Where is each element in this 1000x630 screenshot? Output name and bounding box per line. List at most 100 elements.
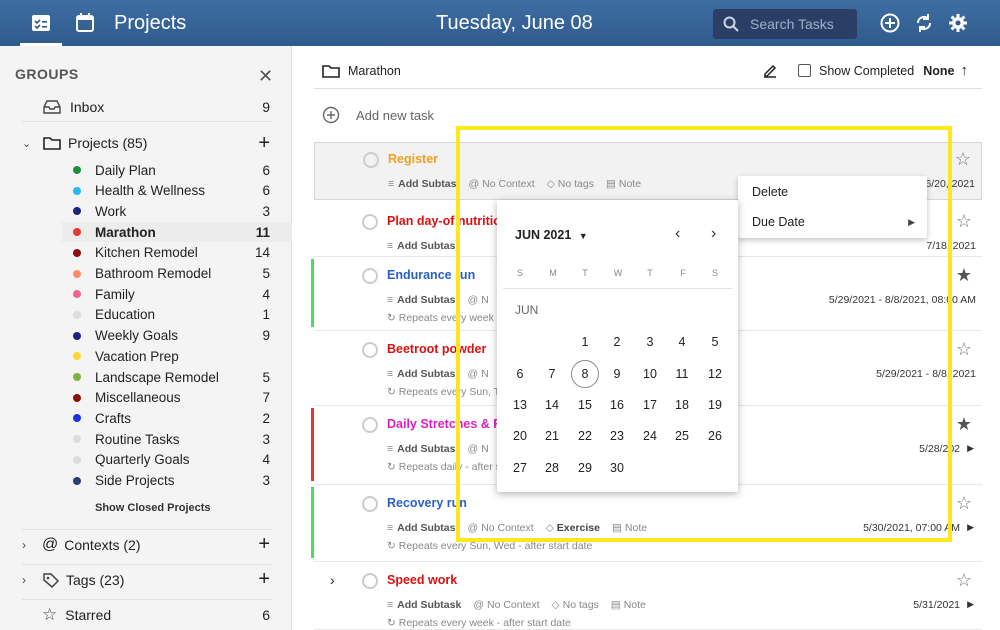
context-value[interactable]: N xyxy=(481,443,489,455)
calendar-day[interactable]: 24 xyxy=(636,422,664,450)
star-icon[interactable]: ☆ xyxy=(956,493,972,514)
project-item[interactable]: Work 3 xyxy=(73,201,270,221)
calendar-day[interactable]: 23 xyxy=(603,422,631,450)
search-input[interactable]: Search Tasks xyxy=(713,9,857,39)
tags-value[interactable]: No tags xyxy=(563,599,599,611)
context-value[interactable]: N xyxy=(481,368,489,380)
add-icon[interactable] xyxy=(879,12,901,34)
project-item[interactable]: Marathon 11 xyxy=(73,222,270,242)
task-row[interactable]: Recovery run ≡ Add Subtas @ No Context ◇ Exerc… xyxy=(311,487,982,562)
calendar-day[interactable]: 6 xyxy=(506,360,534,388)
project-item[interactable]: Weekly Goals 9 xyxy=(73,326,270,346)
note-value[interactable]: Note xyxy=(624,599,646,611)
add-subtask-button[interactable]: Add Subtas xyxy=(397,294,455,306)
project-item[interactable]: Miscellaneous 7 xyxy=(73,388,270,408)
add-subtask-button[interactable]: Add Subtas xyxy=(397,368,455,380)
sidebar-item-inbox[interactable]: Inbox 9 xyxy=(22,92,272,122)
chevron-down-icon[interactable]: ⌄ xyxy=(22,137,42,150)
due-date-menu-item[interactable]: Due Date xyxy=(752,215,805,229)
calendar-day[interactable]: 20 xyxy=(506,422,534,450)
next-month-button[interactable]: › xyxy=(711,225,716,243)
expand-arrow-icon[interactable]: ▶ xyxy=(967,599,974,610)
previous-month-button[interactable]: ‹ xyxy=(675,225,680,243)
edit-icon[interactable] xyxy=(762,63,778,79)
calendar-day[interactable]: 7 xyxy=(538,360,566,388)
add-subtask-button[interactable]: Add Subtas xyxy=(397,522,455,534)
project-item[interactable]: Routine Tasks 3 xyxy=(73,429,270,449)
calendar-day[interactable]: 29 xyxy=(571,454,599,482)
calendar-day[interactable]: 16 xyxy=(603,391,631,419)
project-item[interactable]: Daily Plan 6 xyxy=(73,160,270,180)
task-name[interactable]: Recovery run xyxy=(387,496,467,510)
sidebar-item-tags[interactable]: › Tags (23) + xyxy=(22,564,272,594)
month-selector[interactable]: JUN 2021 ▼ xyxy=(515,228,588,242)
chevron-right-icon[interactable]: › xyxy=(22,538,42,552)
project-item[interactable]: Crafts 2 xyxy=(73,408,270,428)
complete-checkbox[interactable] xyxy=(362,573,378,589)
project-item[interactable]: Vacation Prep xyxy=(73,346,270,366)
due-date[interactable]: 7/18, 2021 xyxy=(926,240,976,252)
task-name[interactable]: Speed work xyxy=(387,573,457,587)
calendar-day[interactable]: 2 xyxy=(603,328,631,356)
tasks-icon[interactable] xyxy=(30,12,52,34)
calendar-day[interactable]: 8 xyxy=(571,360,599,388)
project-item[interactable]: Side Projects 3 xyxy=(73,471,270,491)
complete-checkbox[interactable] xyxy=(362,214,378,230)
expand-arrow-icon[interactable]: ▶ xyxy=(967,522,974,533)
arrow-up-icon[interactable]: ↑ xyxy=(960,62,968,79)
project-item[interactable]: Quarterly Goals 4 xyxy=(73,450,270,470)
star-icon[interactable]: ☆ xyxy=(956,570,972,591)
due-date[interactable]: 5/30/2021, 07:00 AM xyxy=(863,522,960,534)
calendar-day[interactable]: 5 xyxy=(701,328,729,356)
task-name[interactable]: Daily Stretches & Fo xyxy=(387,417,509,431)
calendar-day[interactable]: 18 xyxy=(668,391,696,419)
calendar-day[interactable]: 12 xyxy=(701,360,729,388)
add-task-button[interactable]: Add new task xyxy=(322,106,434,124)
calendar-day[interactable]: 11 xyxy=(668,360,696,388)
calendar-day[interactable]: 19 xyxy=(701,391,729,419)
context-value[interactable]: No Context xyxy=(487,599,540,611)
add-subtask-button[interactable]: Add Subtas xyxy=(398,178,456,190)
calendar-day[interactable]: 10 xyxy=(636,360,664,388)
tags-value[interactable]: Exercise xyxy=(557,522,600,534)
complete-checkbox[interactable] xyxy=(362,496,378,512)
task-name[interactable]: Beetroot powder xyxy=(387,342,486,356)
task-row[interactable]: › Speed work ≡ Add Subtask @ No Context ◇ No ta… xyxy=(314,564,982,630)
add-subtask-button[interactable]: Add Subtas xyxy=(397,443,455,455)
calendar-day[interactable]: 3 xyxy=(636,328,664,356)
context-value[interactable]: No Context xyxy=(481,522,534,534)
calendar-day[interactable]: 1 xyxy=(571,328,599,356)
context-value[interactable]: N xyxy=(481,294,489,306)
complete-checkbox[interactable] xyxy=(362,268,378,284)
sidebar-item-contexts[interactable]: › @ Contexts (2) + xyxy=(22,529,272,559)
star-icon[interactable]: ☆ xyxy=(956,211,972,232)
note-value[interactable]: Note xyxy=(619,178,641,190)
task-name[interactable]: Plan day-of nutrition xyxy=(387,214,509,228)
due-date[interactable]: 5/29/2021 - 8/8/2021, 08:00 AM xyxy=(829,294,976,306)
settings-icon[interactable] xyxy=(947,12,969,34)
expand-arrow-icon[interactable]: ▶ xyxy=(967,443,974,454)
calendar-day[interactable]: 14 xyxy=(538,391,566,419)
due-date[interactable]: 5/28/202 xyxy=(919,443,960,455)
sidebar-item-projects[interactable]: ⌄ Projects (85) + xyxy=(22,128,272,158)
add-project-icon[interactable]: + xyxy=(258,132,270,155)
add-tag-icon[interactable]: + xyxy=(258,568,270,591)
add-context-icon[interactable]: + xyxy=(258,533,270,556)
due-date[interactable]: 5/31/2021 xyxy=(913,599,960,611)
chevron-right-icon[interactable]: › xyxy=(22,573,42,587)
calendar-day[interactable]: 28 xyxy=(538,454,566,482)
close-icon[interactable]: ✕ xyxy=(258,66,273,87)
calendar-day[interactable]: 15 xyxy=(571,391,599,419)
sidebar-item-starred[interactable]: ☆ Starred 6 xyxy=(22,599,272,629)
task-name[interactable]: Endurance run xyxy=(387,268,475,282)
star-icon[interactable]: ★ xyxy=(956,414,972,435)
calendar-day[interactable]: 17 xyxy=(636,391,664,419)
add-subtask-button[interactable]: Add Subtas xyxy=(397,240,455,252)
project-item[interactable]: Education 1 xyxy=(73,305,270,325)
complete-checkbox[interactable] xyxy=(362,342,378,358)
due-date[interactable]: 5/29/2021 - 8/8, 2021 xyxy=(876,368,976,380)
calendar-day[interactable]: 21 xyxy=(538,422,566,450)
project-item[interactable]: Bathroom Remodel 5 xyxy=(73,264,270,284)
calendar-day[interactable]: 22 xyxy=(571,422,599,450)
calendar-day[interactable]: 9 xyxy=(603,360,631,388)
